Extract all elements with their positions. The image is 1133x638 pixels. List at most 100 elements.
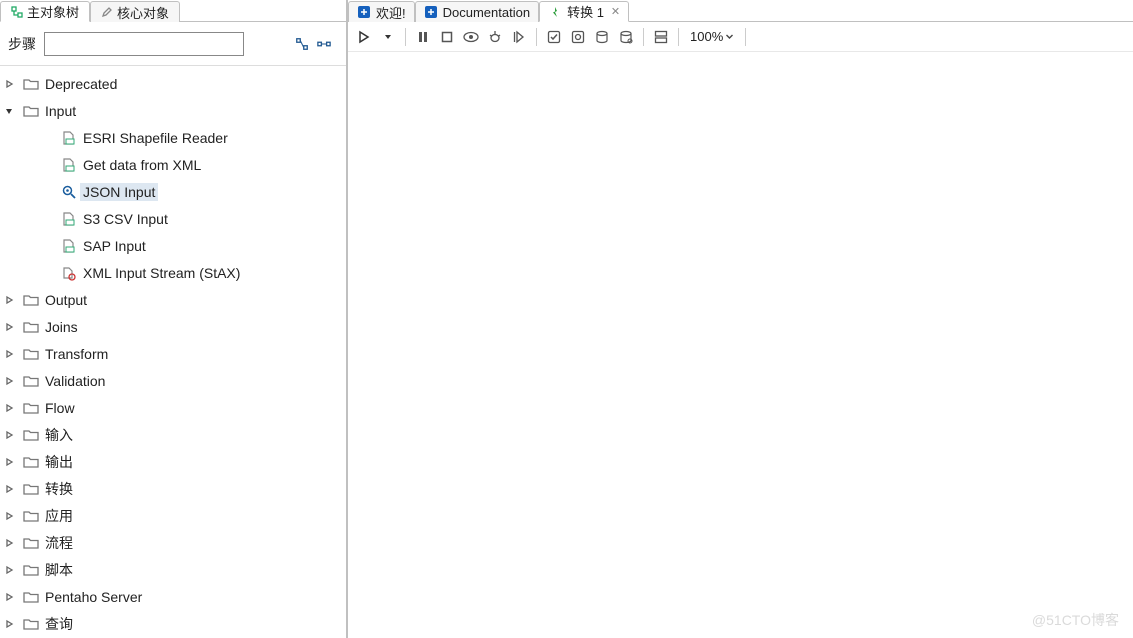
folder-icon: [22, 320, 40, 334]
folder-icon: [22, 293, 40, 307]
editor-tab-1[interactable]: Documentation: [415, 1, 539, 22]
watermark: @51CTO博客: [1032, 610, 1119, 630]
tree-label: 流程: [42, 532, 76, 554]
folder-icon: [22, 482, 40, 496]
chevron-right-icon[interactable]: [4, 484, 20, 494]
xmlget-icon: [60, 157, 78, 173]
chevron-right-icon[interactable]: [4, 403, 20, 413]
tree-folder[interactable]: Transform: [0, 340, 346, 367]
tree-label: 应用: [42, 505, 76, 527]
tree-leaf[interactable]: JSON Input: [0, 178, 346, 205]
chevron-right-icon[interactable]: [4, 79, 20, 89]
separator: [745, 28, 746, 46]
chevron-right-icon[interactable]: [4, 565, 20, 575]
chevron-right-icon[interactable]: [4, 349, 20, 359]
zoom-selector[interactable]: 100%: [686, 29, 738, 44]
tree-folder[interactable]: 流程: [0, 529, 346, 556]
folder-icon: [22, 401, 40, 415]
tree-folder[interactable]: Output: [0, 286, 346, 313]
tree-folder[interactable]: 脚本: [0, 556, 346, 583]
tree-label: 查询: [42, 613, 76, 635]
chevron-right-icon[interactable]: [4, 457, 20, 467]
doc-icon: [424, 5, 438, 19]
expand-all-icon[interactable]: [294, 36, 310, 52]
tree-label: SAP Input: [80, 237, 149, 255]
tree-folder[interactable]: 应用: [0, 502, 346, 529]
tree-wrap: Deprecated InputESRI Shapefile Reader Get …: [0, 66, 346, 638]
chevron-right-icon[interactable]: [4, 619, 20, 629]
tree-label: Validation: [42, 372, 108, 390]
tree-leaf[interactable]: SAP Input: [0, 232, 346, 259]
sidebar-tab-label: 核心对象: [117, 3, 169, 22]
chevron-right-icon[interactable]: [4, 430, 20, 440]
run-button[interactable]: [354, 27, 374, 47]
tree-leaf[interactable]: Get data from XML: [0, 151, 346, 178]
folder-icon: [22, 104, 40, 118]
tree-folder[interactable]: 查询: [0, 610, 346, 637]
impact-button[interactable]: [568, 27, 588, 47]
search-input[interactable]: [44, 32, 244, 56]
editor-tab-2[interactable]: 转换 1 ✕: [539, 1, 629, 22]
folder-icon: [22, 563, 40, 577]
sidebar-tab-0[interactable]: 主对象树: [0, 1, 90, 22]
chevron-right-icon[interactable]: [4, 592, 20, 602]
folder-icon: [22, 374, 40, 388]
tree-folder[interactable]: Pentaho Server: [0, 583, 346, 610]
pencil-icon: [101, 6, 113, 18]
debug-button[interactable]: [485, 27, 505, 47]
editor-tab-label: 转换 1: [567, 2, 604, 21]
sap-icon: [60, 238, 78, 254]
chevron-right-icon[interactable]: [4, 295, 20, 305]
editor-tab-0[interactable]: 欢迎!: [348, 1, 415, 22]
tree-label: XML Input Stream (StAX): [80, 264, 243, 282]
replay-button[interactable]: [509, 27, 529, 47]
sql-button[interactable]: [592, 27, 612, 47]
preview-button[interactable]: [461, 27, 481, 47]
tree-label: Get data from XML: [80, 156, 204, 174]
welcome-icon: [357, 5, 371, 19]
tree-label: JSON Input: [80, 183, 158, 201]
show-results-button[interactable]: [651, 27, 671, 47]
run-dropdown-icon[interactable]: [378, 27, 398, 47]
close-icon[interactable]: ✕: [609, 5, 620, 18]
verify-button[interactable]: [544, 27, 564, 47]
tree-label: ESRI Shapefile Reader: [80, 129, 231, 147]
tree-folder[interactable]: Flow: [0, 394, 346, 421]
chevron-down-icon[interactable]: [4, 106, 20, 116]
chevron-right-icon[interactable]: [4, 322, 20, 332]
tree-folder[interactable]: Validation: [0, 367, 346, 394]
folder-icon: [22, 536, 40, 550]
editor-tab-label: Documentation: [443, 5, 530, 20]
tree-icon: [11, 6, 23, 18]
tree-leaf[interactable]: S3 CSV Input: [0, 205, 346, 232]
tree-leaf[interactable]: XML Input Stream (StAX): [0, 259, 346, 286]
tree-label: Input: [42, 102, 79, 120]
tree-leaf[interactable]: ESRI Shapefile Reader: [0, 124, 346, 151]
tree-label: Transform: [42, 345, 111, 363]
editor-area: 欢迎! Documentation 转换 1 ✕: [348, 0, 1133, 638]
sidebar-tabbar: 主对象树 核心对象: [0, 0, 346, 22]
shapefile-icon: [60, 130, 78, 146]
zoom-value: 100%: [690, 29, 723, 44]
tree-folder[interactable]: Deprecated: [0, 70, 346, 97]
tree-folder[interactable]: 转换: [0, 475, 346, 502]
chevron-right-icon[interactable]: [4, 511, 20, 521]
steps-tree[interactable]: Deprecated InputESRI Shapefile Reader Get …: [0, 66, 346, 638]
tree-label: 输出: [42, 451, 76, 473]
tree-folder[interactable]: Joins: [0, 313, 346, 340]
separator: [405, 28, 406, 46]
pause-button[interactable]: [413, 27, 433, 47]
stop-button[interactable]: [437, 27, 457, 47]
sidebar-tab-1[interactable]: 核心对象: [90, 1, 180, 22]
tree-folder[interactable]: 输入: [0, 421, 346, 448]
canvas[interactable]: JSON Input: [348, 52, 1133, 638]
trans-icon: [548, 5, 562, 19]
tree-folder[interactable]: Input: [0, 97, 346, 124]
chevron-right-icon[interactable]: [4, 538, 20, 548]
collapse-all-icon[interactable]: [316, 36, 332, 52]
chevron-right-icon[interactable]: [4, 376, 20, 386]
sidebar: 主对象树核心对象 步骤 DeprecatedInputESRI Shapefil…: [0, 0, 348, 638]
tree-folder[interactable]: 输出: [0, 448, 346, 475]
explore-db-button[interactable]: [616, 27, 636, 47]
chevron-down-icon: [725, 32, 734, 41]
